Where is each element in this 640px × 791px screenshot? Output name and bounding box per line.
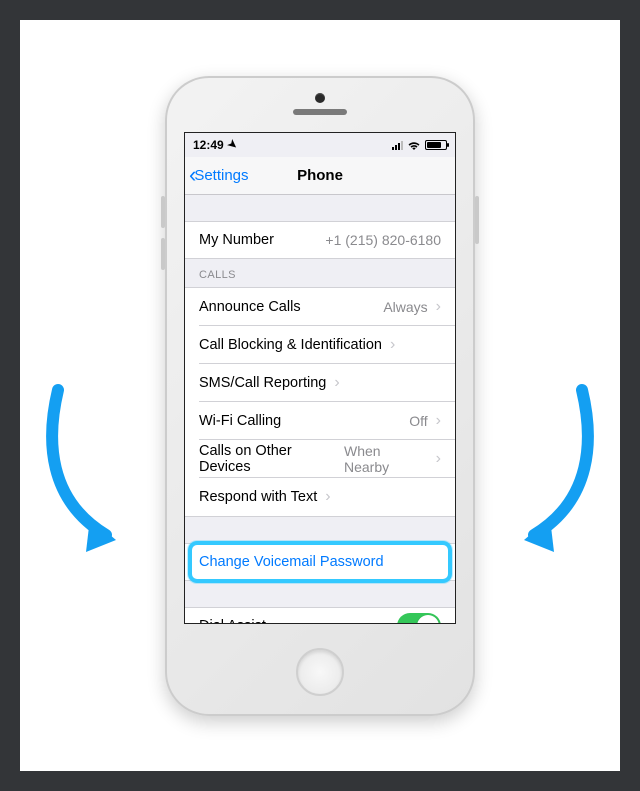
home-button[interactable] xyxy=(296,648,344,696)
row-label: Change Voicemail Password xyxy=(199,554,384,570)
callout-arrow-right xyxy=(482,380,602,560)
navigation-bar: ‹ Settings Phone xyxy=(185,157,455,195)
location-services-icon: ➤ xyxy=(225,137,240,153)
row-value: Always xyxy=(383,299,427,315)
callout-arrow-left xyxy=(38,380,158,560)
chevron-right-icon: › xyxy=(334,374,339,392)
iphone-device-frame: 12:49 ➤ ‹ Settings Phone xyxy=(165,76,475,716)
status-bar: 12:49 ➤ xyxy=(185,133,455,157)
row-my-number[interactable]: My Number +1 (215) 820-6180 xyxy=(185,221,455,259)
row-label: Call Blocking & Identification xyxy=(199,337,382,353)
row-label: Calls on Other Devices xyxy=(199,443,344,475)
row-respond-with-text[interactable]: Respond with Text › xyxy=(185,478,455,516)
chevron-right-icon: › xyxy=(436,412,441,430)
dial-assist-toggle[interactable] xyxy=(397,613,441,623)
row-label: Dial Assist xyxy=(199,618,266,623)
section-header-calls: CALLS xyxy=(185,259,455,287)
chevron-right-icon: › xyxy=(436,450,441,468)
row-call-blocking[interactable]: Call Blocking & Identification › xyxy=(185,326,455,364)
row-calls-other-devices[interactable]: Calls on Other Devices When Nearby › xyxy=(185,440,455,478)
group-calls: Announce Calls Always › Call Blocking & … xyxy=(185,287,455,517)
earpiece-speaker-icon xyxy=(293,109,347,115)
row-dial-assist[interactable]: Dial Assist xyxy=(185,607,455,623)
chevron-right-icon: › xyxy=(436,298,441,316)
chevron-right-icon: › xyxy=(390,336,395,354)
phone-screen: 12:49 ➤ ‹ Settings Phone xyxy=(184,132,456,624)
row-label: Announce Calls xyxy=(199,299,301,315)
row-value: When Nearby xyxy=(344,443,428,475)
row-value: Off xyxy=(409,413,427,429)
status-time: 12:49 xyxy=(193,138,224,152)
row-sms-call-reporting[interactable]: SMS/Call Reporting › xyxy=(185,364,455,402)
settings-list[interactable]: My Number +1 (215) 820-6180 CALLS Announ… xyxy=(185,195,455,623)
row-value: +1 (215) 820-6180 xyxy=(325,232,441,248)
front-camera-icon xyxy=(315,93,325,103)
back-button[interactable]: ‹ Settings xyxy=(185,164,249,186)
row-label: Wi-Fi Calling xyxy=(199,413,281,429)
wifi-icon xyxy=(407,140,421,150)
chevron-right-icon: › xyxy=(325,488,330,506)
row-label: My Number xyxy=(199,232,274,248)
row-announce-calls[interactable]: Announce Calls Always › xyxy=(185,288,455,326)
row-wifi-calling[interactable]: Wi-Fi Calling Off › xyxy=(185,402,455,440)
row-label: SMS/Call Reporting xyxy=(199,375,326,391)
back-label: Settings xyxy=(194,167,248,184)
phone-top-bezel xyxy=(165,76,475,132)
battery-icon xyxy=(425,140,447,150)
row-label: Respond with Text xyxy=(199,489,317,505)
cellular-signal-icon xyxy=(392,140,403,150)
outer-frame: 12:49 ➤ ‹ Settings Phone xyxy=(20,20,620,771)
row-change-voicemail-password[interactable]: Change Voicemail Password xyxy=(185,543,455,581)
